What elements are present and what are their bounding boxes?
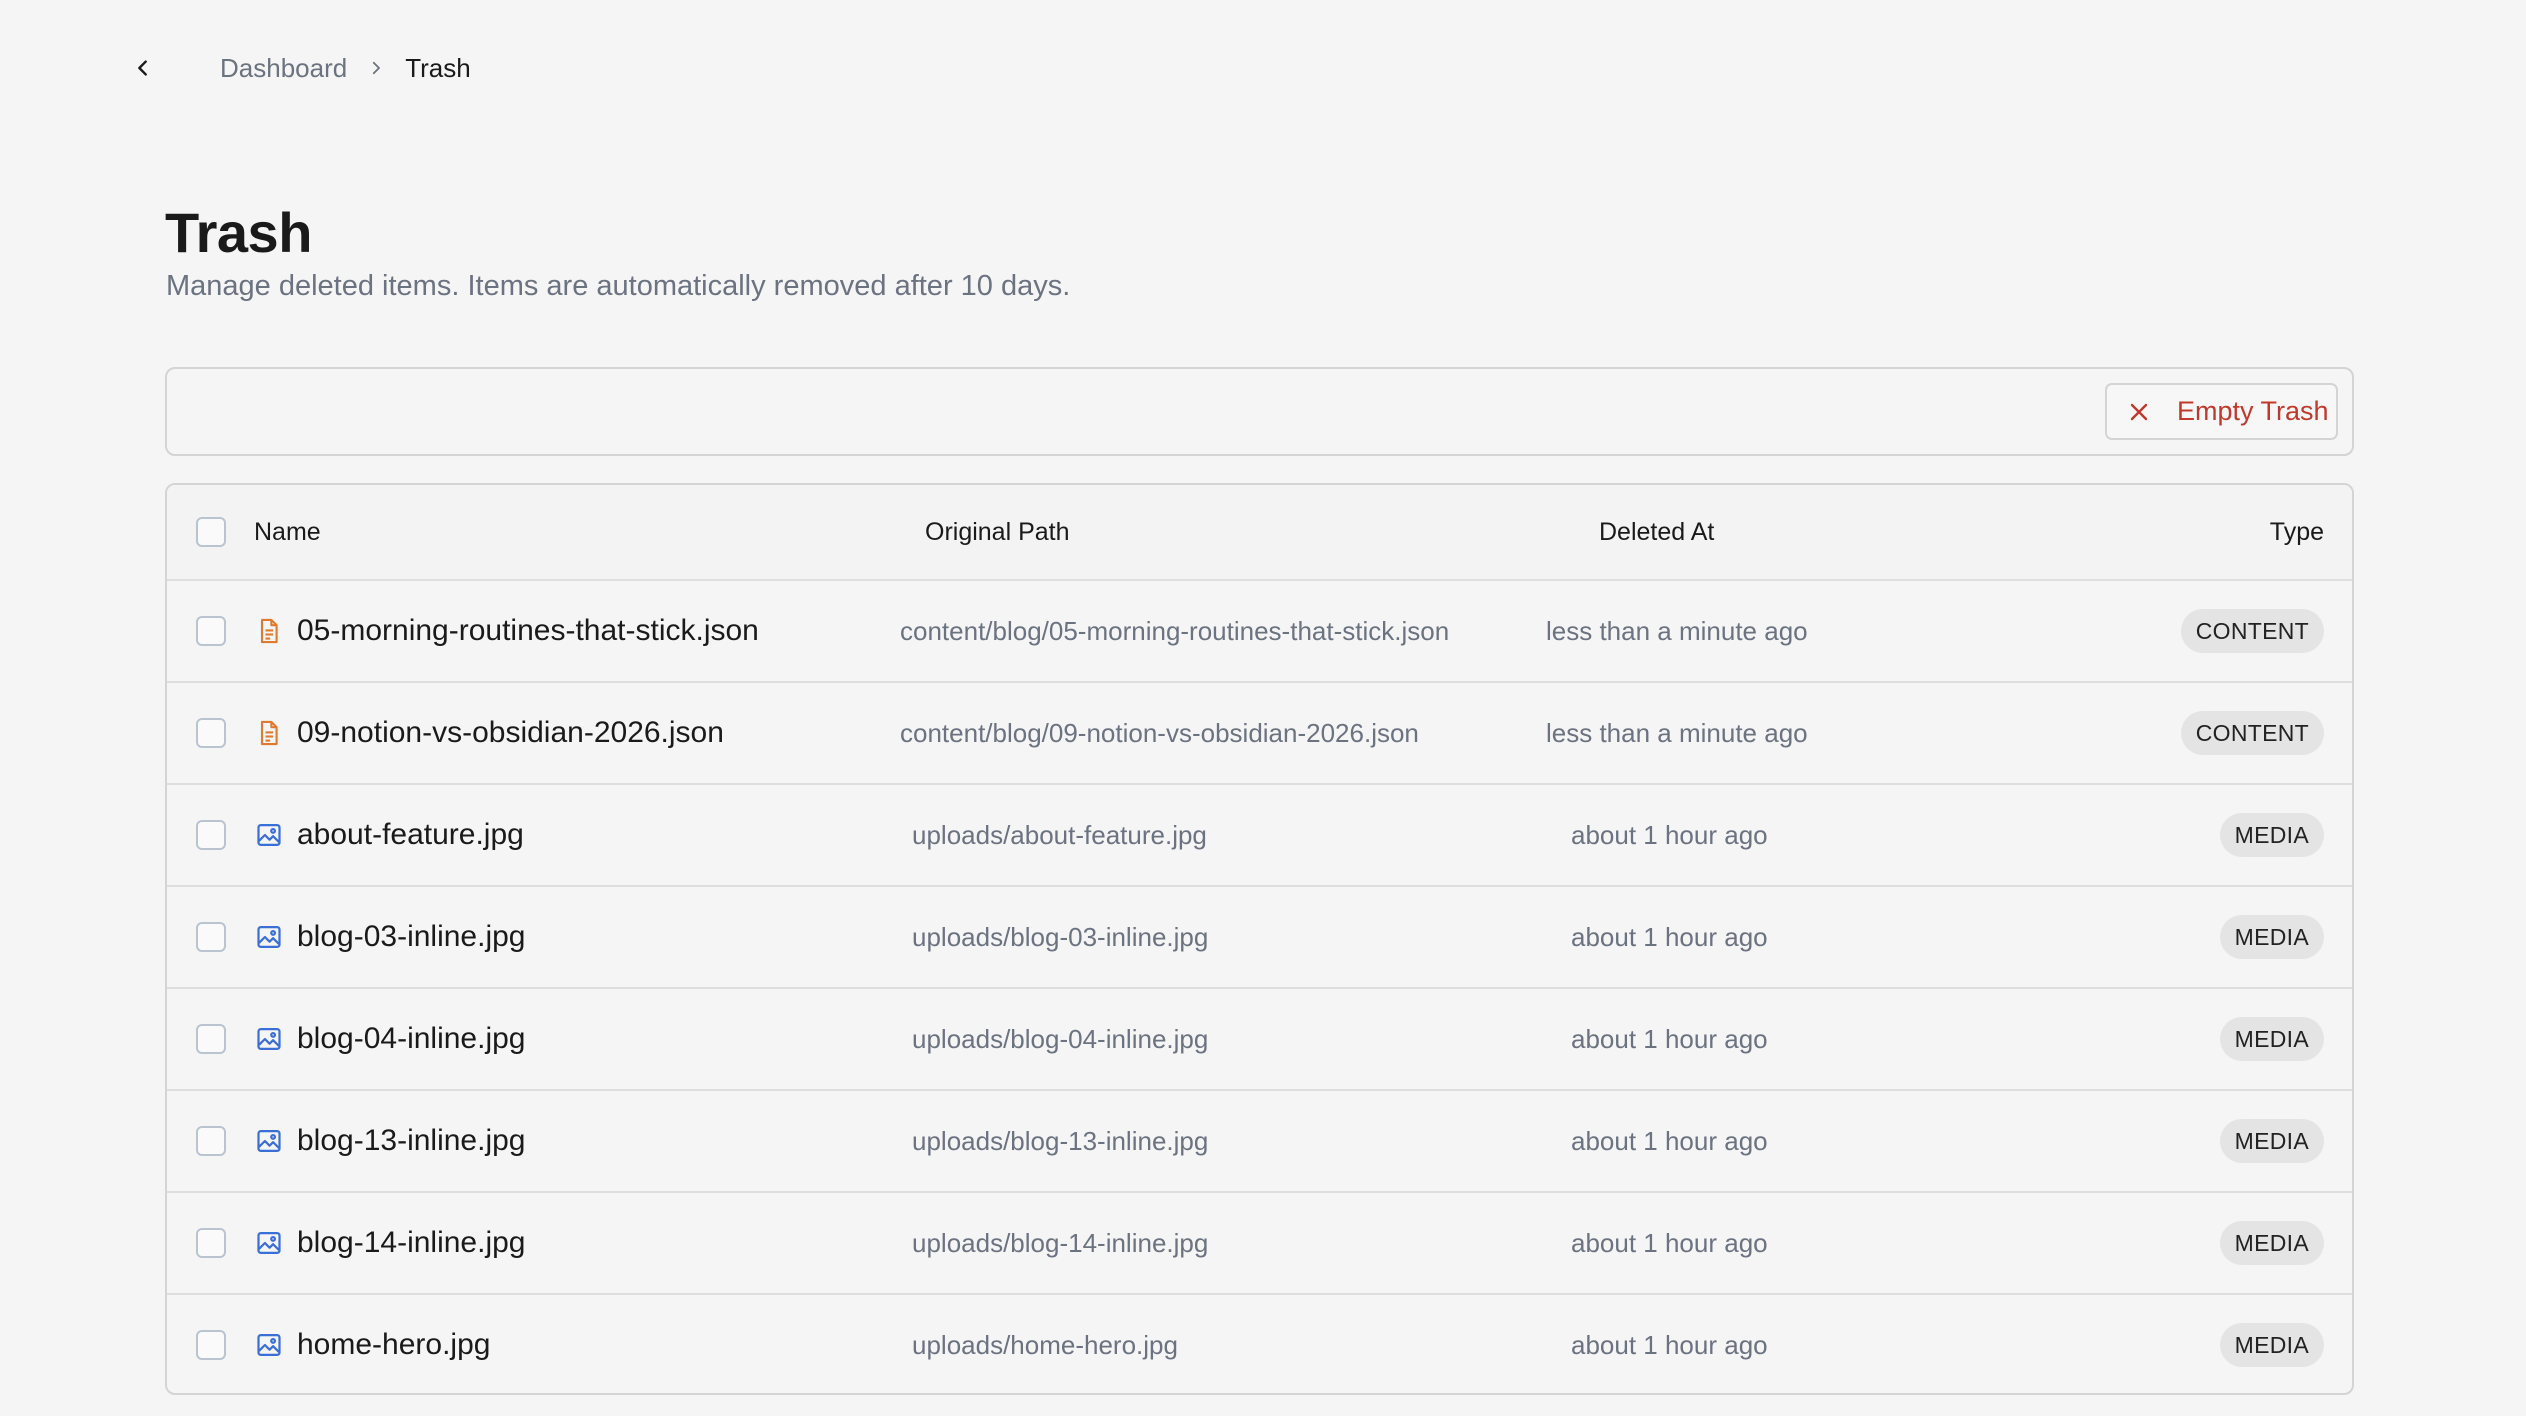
row-checkbox[interactable] bbox=[196, 718, 226, 748]
image-icon bbox=[255, 1025, 283, 1053]
image-icon bbox=[255, 1229, 283, 1257]
table-header-row: Name Original Path Deleted At Type bbox=[167, 485, 2352, 579]
type-badge: MEDIA bbox=[2219, 1017, 2324, 1061]
item-deleted-at: less than a minute ago bbox=[1546, 717, 1808, 748]
trash-toolbar: Empty Trash bbox=[165, 367, 2354, 456]
item-name: blog-03-inline.jpg bbox=[297, 920, 526, 953]
item-deleted-at: about 1 hour ago bbox=[1571, 1023, 1768, 1054]
row-checkbox[interactable] bbox=[196, 616, 226, 646]
image-icon bbox=[255, 1127, 283, 1155]
item-path: uploads/about-feature.jpg bbox=[912, 819, 1207, 850]
type-badge: MEDIA bbox=[2219, 813, 2324, 857]
type-badge: MEDIA bbox=[2219, 1323, 2324, 1367]
row-checkbox[interactable] bbox=[196, 1330, 226, 1360]
trash-page: Dashboard Trash Trash Manage deleted ite… bbox=[0, 0, 2526, 1416]
item-name: home-hero.jpg bbox=[297, 1328, 491, 1361]
item-path: uploads/home-hero.jpg bbox=[912, 1329, 1178, 1360]
image-icon bbox=[255, 1331, 283, 1359]
breadcrumb-current: Trash bbox=[405, 52, 471, 83]
breadcrumb-dashboard-link[interactable]: Dashboard bbox=[220, 53, 347, 84]
row-checkbox[interactable] bbox=[196, 820, 226, 850]
back-button[interactable] bbox=[126, 51, 160, 85]
table-row[interactable]: home-hero.jpg uploads/home-hero.jpg abou… bbox=[167, 1293, 2352, 1393]
row-checkbox[interactable] bbox=[196, 922, 226, 952]
type-badge: CONTENT bbox=[2180, 609, 2324, 653]
type-badge: MEDIA bbox=[2219, 915, 2324, 959]
item-deleted-at: about 1 hour ago bbox=[1571, 1329, 1768, 1360]
item-name: blog-14-inline.jpg bbox=[297, 1226, 526, 1259]
x-icon bbox=[2127, 400, 2151, 424]
empty-trash-button[interactable]: Empty Trash bbox=[2105, 383, 2338, 440]
chevron-left-icon bbox=[138, 60, 147, 76]
trash-table: Name Original Path Deleted At Type 05-mo… bbox=[165, 483, 2354, 1395]
table-row[interactable]: blog-04-inline.jpg uploads/blog-04-inlin… bbox=[167, 987, 2352, 1089]
item-name: blog-04-inline.jpg bbox=[297, 1022, 526, 1055]
image-icon bbox=[255, 923, 283, 951]
type-badge: CONTENT bbox=[2180, 711, 2324, 755]
item-deleted-at: less than a minute ago bbox=[1546, 615, 1808, 646]
item-name: 09-notion-vs-obsidian-2026.json bbox=[297, 716, 724, 749]
image-icon bbox=[255, 821, 283, 849]
row-checkbox[interactable] bbox=[196, 1228, 226, 1258]
item-path: uploads/blog-03-inline.jpg bbox=[912, 921, 1209, 952]
empty-trash-label: Empty Trash bbox=[2177, 396, 2329, 426]
type-badge: MEDIA bbox=[2219, 1119, 2324, 1163]
page-title: Trash bbox=[165, 201, 312, 264]
table-row[interactable]: blog-14-inline.jpg uploads/blog-14-inlin… bbox=[167, 1191, 2352, 1293]
select-all-checkbox[interactable] bbox=[196, 517, 226, 547]
column-header-deleted-at[interactable]: Deleted At bbox=[1599, 518, 1714, 547]
row-checkbox[interactable] bbox=[196, 1024, 226, 1054]
document-icon bbox=[255, 719, 283, 747]
table-row[interactable]: about-feature.jpg uploads/about-feature.… bbox=[167, 783, 2352, 885]
item-path: uploads/blog-04-inline.jpg bbox=[912, 1023, 1209, 1054]
chevron-right-icon bbox=[367, 59, 385, 77]
column-header-type[interactable]: Type bbox=[2270, 518, 2324, 547]
page-subtitle: Manage deleted items. Items are automati… bbox=[166, 270, 1071, 302]
item-path: uploads/blog-13-inline.jpg bbox=[912, 1125, 1209, 1156]
item-deleted-at: about 1 hour ago bbox=[1571, 1125, 1768, 1156]
item-path: uploads/blog-14-inline.jpg bbox=[912, 1227, 1209, 1258]
column-header-name[interactable]: Name bbox=[254, 518, 321, 547]
table-row[interactable]: blog-13-inline.jpg uploads/blog-13-inlin… bbox=[167, 1089, 2352, 1191]
breadcrumb: Dashboard Trash bbox=[126, 44, 471, 92]
row-checkbox[interactable] bbox=[196, 1126, 226, 1156]
item-name: blog-13-inline.jpg bbox=[297, 1124, 526, 1157]
table-row[interactable]: 09-notion-vs-obsidian-2026.json content/… bbox=[167, 681, 2352, 783]
type-badge: MEDIA bbox=[2219, 1221, 2324, 1265]
item-name: about-feature.jpg bbox=[297, 818, 524, 851]
item-deleted-at: about 1 hour ago bbox=[1571, 1227, 1768, 1258]
document-icon bbox=[255, 617, 283, 645]
table-row[interactable]: blog-03-inline.jpg uploads/blog-03-inlin… bbox=[167, 885, 2352, 987]
item-deleted-at: about 1 hour ago bbox=[1571, 921, 1768, 952]
item-deleted-at: about 1 hour ago bbox=[1571, 819, 1768, 850]
item-path: content/blog/05-morning-routines-that-st… bbox=[900, 615, 1450, 646]
column-header-original-path[interactable]: Original Path bbox=[925, 518, 1070, 547]
item-path: content/blog/09-notion-vs-obsidian-2026.… bbox=[900, 717, 1419, 748]
item-name: 05-morning-routines-that-stick.json bbox=[297, 614, 759, 647]
table-row[interactable]: 05-morning-routines-that-stick.json cont… bbox=[167, 579, 2352, 681]
